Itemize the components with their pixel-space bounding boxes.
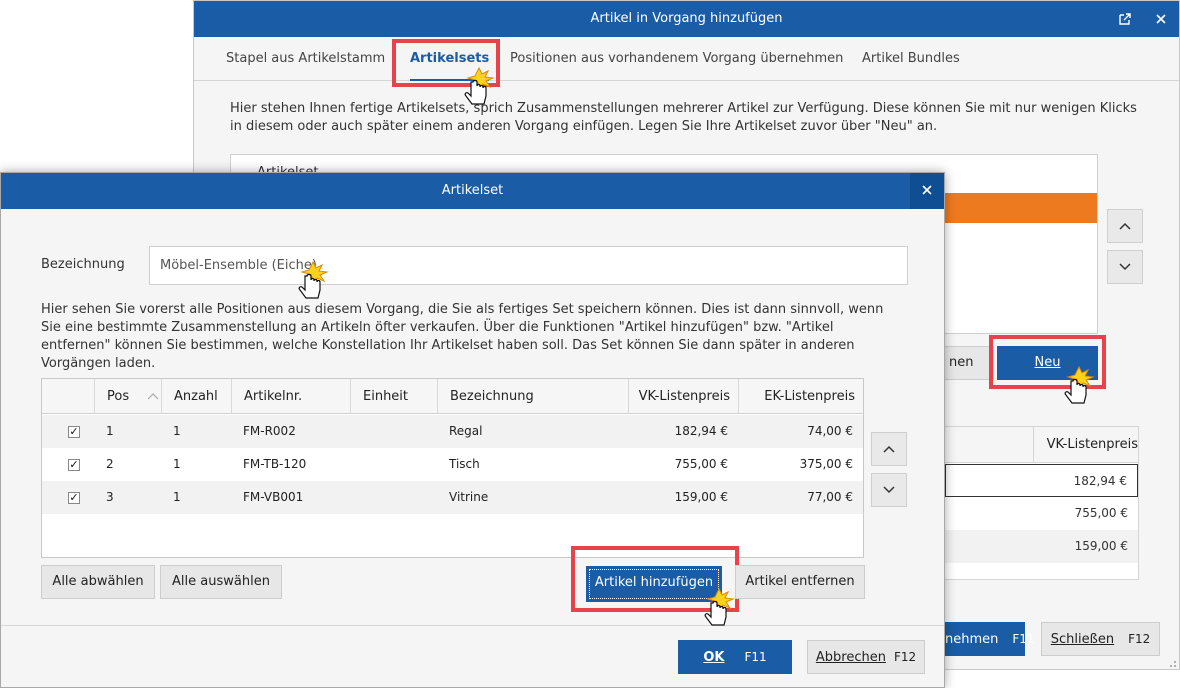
hand-cursor-icon xyxy=(1064,365,1095,404)
row-checkbox[interactable]: ✓ xyxy=(68,492,80,504)
dialog-titlebar: Artikelset xyxy=(1,173,944,209)
column-header-artikelnr[interactable]: Artikelnr. xyxy=(231,379,350,414)
dialog-title: Artikelset xyxy=(441,183,504,198)
dialog-description: Hier sehen Sie vorerst alle Positionen a… xyxy=(41,302,884,371)
bezeichnung-label: Bezeichnung xyxy=(41,257,125,272)
cell-anzahl: 1 xyxy=(173,490,181,504)
row-checkbox[interactable]: ✓ xyxy=(68,459,80,471)
ok-label: OK xyxy=(703,650,725,665)
column-header-bezeichnung[interactable]: Bezeichnung xyxy=(437,379,628,414)
back-window-titlebar: Artikel in Vorgang hinzufügen xyxy=(194,1,1179,37)
tab-artikel-bundles[interactable]: Artikel Bundles xyxy=(862,37,960,81)
table-row[interactable]: ✓ 1 1 FM-R002 Regal 182,94 € 74,00 € xyxy=(42,415,863,448)
cancel-button[interactable]: Abbrechen F12 xyxy=(807,640,925,674)
footer-close-label: Schließen xyxy=(1050,632,1115,647)
dialog-close-button[interactable] xyxy=(910,173,944,209)
cell-ek: 74,00 € xyxy=(807,424,853,438)
ok-button[interactable]: OK F11 xyxy=(678,640,792,674)
close-icon xyxy=(922,185,932,195)
tab-stapel-aus-artikelstamm[interactable]: Stapel aus Artikelstamm xyxy=(226,37,385,81)
remove-article-button[interactable]: Artikel entfernen xyxy=(735,565,865,599)
resize-grip-icon[interactable] xyxy=(1165,656,1177,668)
select-all-button[interactable]: Alle auswählen xyxy=(160,565,282,599)
column-header-anzahl[interactable]: Anzahl xyxy=(161,379,231,414)
cell-vk: 159,00 € xyxy=(674,490,728,504)
hand-cursor-icon xyxy=(298,260,329,299)
table-row[interactable]: 755,00 € xyxy=(945,497,1138,530)
footer-divider xyxy=(1,625,944,626)
cell-ek: 77,00 € xyxy=(807,490,853,504)
back-window-description: Hier stehen Ihnen fertige Artikelsets, s… xyxy=(230,101,1137,134)
hand-cursor-icon xyxy=(464,66,495,105)
back-window-title: Artikel in Vorgang hinzufügen xyxy=(590,11,783,26)
row-checkbox[interactable]: ✓ xyxy=(68,426,80,438)
footer-ok-button-partial[interactable]: nehmen F11 xyxy=(944,622,1035,656)
footer-close-button[interactable]: Schließen F12 xyxy=(1041,622,1160,656)
cell-bezeichnung: Tisch xyxy=(449,457,480,471)
artikelset-dialog: Artikelset Bezeichnung Möbel-Ensemble (E… xyxy=(0,172,945,688)
cell-pos: 2 xyxy=(106,457,114,471)
move-down-button[interactable] xyxy=(1107,250,1143,284)
footer-ok-key: F11 xyxy=(1012,632,1035,646)
cell-artikelnr: FM-TB-120 xyxy=(243,457,307,471)
column-header-vk-listenpreis[interactable]: VK-Listenpreis xyxy=(628,379,738,414)
cell-pos: 3 xyxy=(106,490,114,504)
move-up-button[interactable] xyxy=(1107,209,1143,243)
cell-artikelnr: FM-VB001 xyxy=(243,490,304,504)
popout-icon[interactable] xyxy=(1107,1,1143,37)
footer-close-key: F12 xyxy=(1128,632,1151,646)
cell-ek: 375,00 € xyxy=(799,457,853,471)
table-header: Pos Anzahl Artikelnr. Einheit Bezeichnun… xyxy=(42,379,863,414)
table-row[interactable]: ✓ 2 1 FM-TB-120 Tisch 755,00 € 375,00 € xyxy=(42,448,863,481)
sort-ascending-icon xyxy=(147,393,159,400)
cell-vk: 755,00 € xyxy=(674,457,728,471)
cell-bezeichnung: Vitrine xyxy=(449,490,489,504)
bezeichnung-input[interactable]: Möbel-Ensemble (Eiche) xyxy=(149,246,908,285)
hand-cursor-icon xyxy=(704,587,735,626)
chevron-up-icon xyxy=(1119,222,1131,230)
ok-key: F11 xyxy=(744,650,767,664)
back-window-tabs: Stapel aus Artikelstamm Artikelsets Posi… xyxy=(194,37,1179,87)
column-header-vk-listenpreis: VK-Listenpreis xyxy=(1033,427,1138,463)
back-window-table-header: VK-Listenpreis xyxy=(945,427,1138,463)
close-icon[interactable] xyxy=(1143,1,1179,37)
tab-positionen-aus-vorgang[interactable]: Positionen aus vorhandenem Vorgang übern… xyxy=(510,37,843,81)
column-header-einheit[interactable]: Einheit xyxy=(350,379,437,414)
chevron-down-icon xyxy=(883,486,895,494)
cell-anzahl: 1 xyxy=(173,424,181,438)
back-window-table: VK-Listenpreis 182,94 € 755,00 € 159,00 … xyxy=(944,426,1139,580)
table-row[interactable]: ✓ 3 1 FM-VB001 Vitrine 159,00 € 77,00 € xyxy=(42,481,863,514)
column-header-ek-listenpreis[interactable]: EK-Listenpreis xyxy=(738,379,863,414)
cell-vk: 182,94 € xyxy=(674,424,728,438)
cell-artikelnr: FM-R002 xyxy=(243,424,296,438)
chevron-up-icon xyxy=(883,445,895,453)
row-move-up-button[interactable] xyxy=(871,432,907,466)
cancel-label: Abbrechen xyxy=(815,650,886,665)
table-row[interactable]: 159,00 € xyxy=(945,530,1138,563)
cell-anzahl: 1 xyxy=(173,457,181,471)
column-header-pos[interactable]: Pos xyxy=(94,379,161,414)
deselect-all-button[interactable]: Alle abwählen xyxy=(41,565,155,599)
chevron-down-icon xyxy=(1119,263,1131,271)
footer-ok-label: nehmen xyxy=(945,632,999,647)
row-move-down-button[interactable] xyxy=(871,473,907,507)
partial-button-left[interactable]: nen xyxy=(944,346,994,380)
positions-table: Pos Anzahl Artikelnr. Einheit Bezeichnun… xyxy=(41,378,864,558)
table-row[interactable]: 182,94 € xyxy=(945,464,1138,497)
cancel-key: F12 xyxy=(893,650,917,664)
cell-pos: 1 xyxy=(106,424,114,438)
cell-bezeichnung: Regal xyxy=(449,424,483,438)
